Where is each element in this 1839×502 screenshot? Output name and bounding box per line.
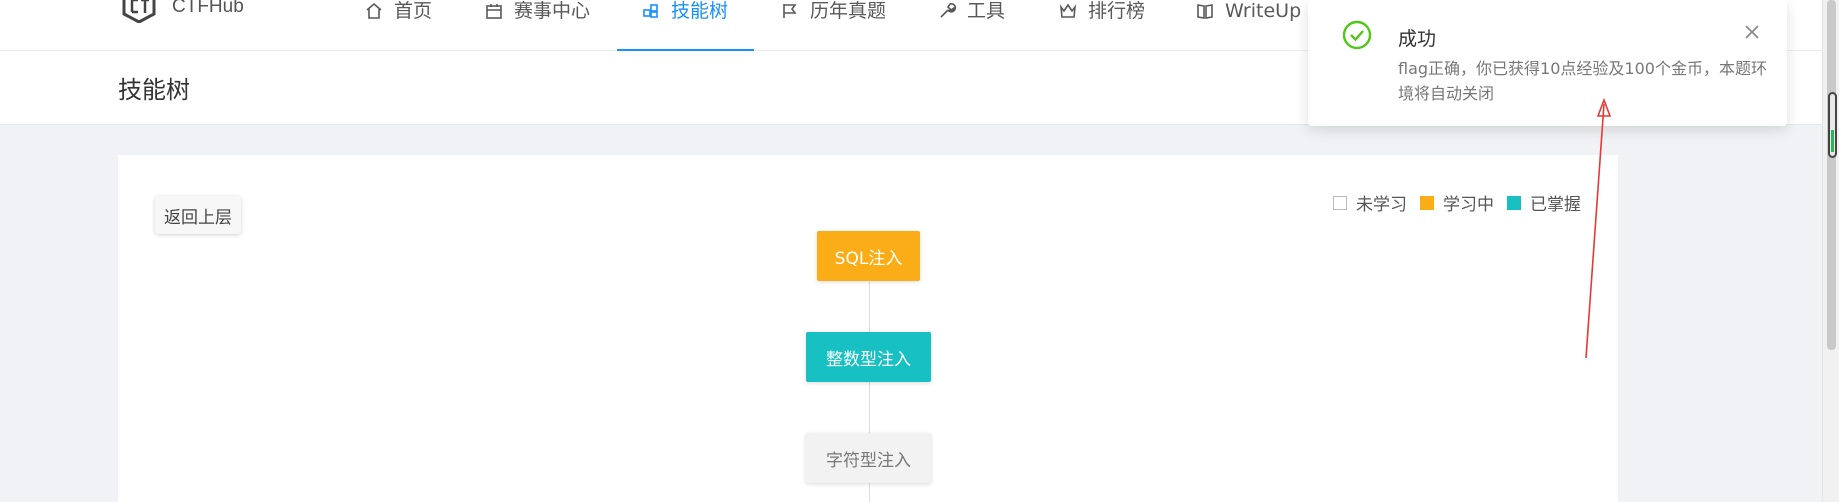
nav-item-tools[interactable]: 工具 [937, 0, 1005, 51]
close-icon[interactable] [1744, 24, 1760, 40]
legend-swatch [1507, 195, 1521, 210]
legend-not-learned: 未学习 [1333, 190, 1407, 215]
brand[interactable]: CTFHub [120, 0, 244, 24]
nav-item-past-problems[interactable]: 历年真题 [780, 0, 886, 51]
nav-item-events[interactable]: 赛事中心 [484, 0, 590, 51]
legend-swatch [1333, 195, 1347, 210]
page-scrollbar[interactable] [1822, 0, 1839, 502]
skill-tree-icon [643, 4, 658, 18]
scroll-indicator-mark [1831, 130, 1834, 152]
check-circle-icon [1342, 20, 1372, 50]
nav-label: 技能树 [671, 0, 729, 22]
ctfhub-logo-icon [122, 0, 156, 23]
nav-label: 历年真题 [810, 0, 887, 22]
page-title: 技能树 [118, 76, 190, 104]
legend: 未学习 学习中 已掌握 [1320, 190, 1581, 215]
calendar-icon [486, 4, 502, 19]
success-toast: 成功 flag正确，你已获得10点经验及100个金币，本题环境将自动关闭 [1308, 0, 1787, 126]
toast-title: 成功 [1398, 28, 1437, 50]
book-icon [1197, 4, 1213, 19]
nav-item-writeup[interactable]: WriteUp [1195, 0, 1301, 51]
nav-label: 首页 [394, 0, 433, 22]
skill-node-sql-injection[interactable]: SQL注入 [817, 231, 920, 281]
legend-label: 学习中 [1443, 195, 1494, 215]
legend-label: 未学习 [1356, 195, 1407, 215]
legend-learning: 学习中 [1420, 190, 1494, 215]
nav-item-home[interactable]: 首页 [364, 0, 432, 51]
wrench-icon [940, 2, 957, 18]
legend-label: 已掌握 [1530, 195, 1581, 215]
toast-message: flag正确，你已获得10点经验及100个金币，本题环境将自动关闭 [1398, 59, 1767, 103]
nav-label: 赛事中心 [514, 0, 591, 22]
back-button[interactable]: 返回上层 [155, 196, 241, 234]
nav-label: 排行榜 [1088, 0, 1146, 22]
scroll-indicator [1828, 92, 1837, 158]
legend-mastered: 已掌握 [1507, 190, 1581, 215]
brand-name: CTFHub [172, 0, 244, 17]
trophy-icon [1059, 3, 1077, 18]
legend-swatch [1420, 195, 1434, 210]
scrollbar-thumb[interactable] [1827, 0, 1836, 350]
nav-item-ranking[interactable]: 排行榜 [1058, 0, 1145, 51]
skill-node-integer-injection[interactable]: 整数型注入 [806, 332, 931, 382]
skill-node-string-injection[interactable]: 字符型注入 [806, 433, 931, 483]
flag-icon [783, 4, 797, 18]
nav-label: 工具 [967, 0, 1006, 22]
nav-label: WriteUp [1225, 0, 1302, 22]
home-icon [366, 2, 382, 19]
nav-item-skill-tree[interactable]: 技能树 [617, 0, 754, 51]
